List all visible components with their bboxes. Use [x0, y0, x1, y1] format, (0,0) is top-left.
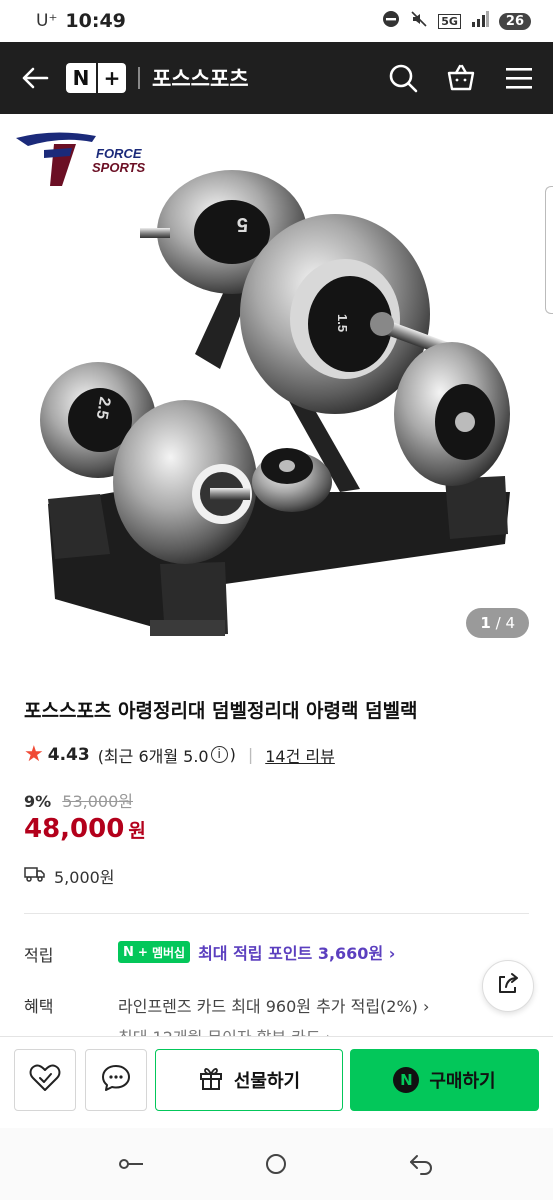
- recent-apps-icon[interactable]: [112, 1144, 152, 1184]
- points-label: 적립: [24, 946, 54, 965]
- logo-plus: +: [96, 63, 126, 93]
- pager-total: / 4: [495, 614, 515, 632]
- back-arrow-icon[interactable]: [18, 61, 52, 95]
- talk-button[interactable]: [85, 1049, 147, 1111]
- network-5g-icon: 5G: [438, 13, 461, 29]
- rating-detail-close: ): [229, 745, 236, 764]
- gift-icon: [198, 1065, 224, 1096]
- buy-label: 구매하기: [429, 1071, 496, 1092]
- dnd-icon: [382, 10, 400, 32]
- search-icon[interactable]: [387, 62, 419, 94]
- heart-check-icon: [28, 1063, 62, 1097]
- header-divider: [138, 67, 140, 89]
- wishlist-button[interactable]: [14, 1049, 76, 1111]
- back-icon[interactable]: [401, 1144, 441, 1184]
- signal-icon: [471, 11, 489, 31]
- price-unit: 원: [128, 820, 146, 842]
- buy-button[interactable]: N 구매하기: [350, 1049, 539, 1111]
- app-header: N + 포스스포츠: [0, 42, 553, 114]
- header-actions: [387, 62, 535, 94]
- pager-current: 1: [480, 614, 491, 632]
- gift-label: 선물하기: [233, 1071, 301, 1092]
- star-icon: ★: [24, 742, 44, 767]
- battery-badge: 26: [498, 12, 531, 30]
- bottom-action-bar: 선물하기 N 구매하기: [0, 1036, 553, 1128]
- truck-icon: [24, 865, 46, 887]
- status-bar: U⁺ 10:49 5G 26: [0, 0, 553, 42]
- info-icon[interactable]: i: [210, 746, 228, 763]
- rating-detail: (최근 6개월 5.0: [97, 746, 209, 766]
- product-title: 포스스포츠 아령정리대 덤벨정리대 아령랙 덤벨랙: [24, 700, 418, 722]
- gift-button[interactable]: 선물하기: [155, 1049, 343, 1111]
- clock: 10:49: [65, 10, 126, 32]
- reviews-link[interactable]: 14건 리뷰: [265, 743, 335, 767]
- points-row[interactable]: N + 멤버십 최대 적립 포인트 3,660원 ›: [118, 940, 395, 964]
- shipping-row: 5,000원: [24, 864, 115, 888]
- share-button[interactable]: [482, 960, 534, 1012]
- scroll-indicator: [545, 186, 553, 314]
- rating-score: 4.43: [47, 744, 90, 765]
- chat-bubble-icon: [100, 1063, 132, 1097]
- benefit-link-2[interactable]: 최대 12개월 무이자 할부 카드 ›: [118, 1024, 332, 1036]
- home-icon[interactable]: [256, 1144, 296, 1184]
- discount-percent: 9%: [24, 792, 52, 811]
- discount-row: 9% 53,000원: [24, 788, 133, 812]
- menu-icon[interactable]: [503, 62, 535, 94]
- benefit-link[interactable]: 라인프렌즈 카드 최대 960원 추가 적립(2%) ›: [118, 993, 429, 1017]
- naver-plus-logo[interactable]: N +: [66, 63, 126, 93]
- section-divider: [24, 913, 529, 914]
- points-text: 최대 적립 포인트 3,660원 ›: [198, 944, 396, 963]
- share-icon: [495, 971, 521, 1001]
- status-icons: 5G 26: [382, 10, 531, 32]
- benefit-label: 혜택: [24, 997, 54, 1016]
- sale-price: 48,000: [24, 814, 125, 844]
- plate-label-5: 5: [237, 213, 248, 235]
- plate-label-15: 1.5: [335, 314, 350, 332]
- naver-pay-icon: N: [393, 1067, 420, 1093]
- badge-n: N: [123, 944, 134, 960]
- dumbbell-rack-photo: 5 1.5 2.5: [40, 170, 510, 636]
- store-name[interactable]: 포스스포츠: [152, 63, 249, 93]
- mute-icon: [410, 10, 428, 32]
- image-pager: 1 / 4: [466, 608, 529, 638]
- badge-plus: +: [137, 945, 148, 959]
- cart-bag-icon[interactable]: [445, 62, 477, 94]
- carrier-label: U⁺: [36, 11, 58, 31]
- shipping-fee: 5,000원: [54, 868, 115, 887]
- product-image-carousel[interactable]: FORCE SPORTS 5 1.5 2.5 1 / 4: [0, 114, 553, 670]
- original-price: 53,000원: [62, 792, 133, 811]
- rating-separator: |: [247, 745, 254, 764]
- badge-label: 멤버십: [151, 945, 186, 960]
- logo-n: N: [72, 66, 90, 90]
- membership-badge: N + 멤버십: [118, 941, 191, 963]
- rating-row: ★ 4.43 (최근 6개월 5.0 i ) | 14건 리뷰: [24, 742, 335, 767]
- system-nav-bar: [0, 1128, 553, 1200]
- price-row: 48,000 원: [24, 814, 146, 844]
